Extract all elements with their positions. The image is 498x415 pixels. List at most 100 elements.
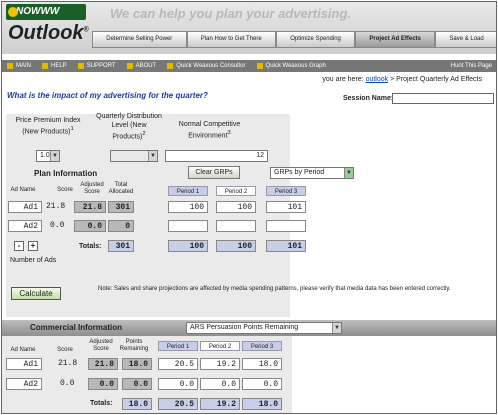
points-period-2: 0.0 [200, 378, 240, 390]
price-premium-value: 1.0 [40, 152, 50, 159]
points-remaining-total: 18.0 [122, 398, 152, 410]
plan-information-title: Plan Information [34, 169, 98, 178]
period-1-header: Period 1 [158, 341, 198, 351]
company-logo: NOWWW [6, 4, 86, 20]
grps-view-value: GRPs by Period [274, 169, 325, 176]
tab-plan-how-to-get-there[interactable]: Plan How to Get There [186, 31, 276, 48]
grp-input-period-1[interactable] [168, 220, 208, 232]
commercial-bar: Commercial Information ARS Persuasion Po… [2, 320, 496, 336]
consultor-icon [167, 63, 174, 69]
grp-input-period-1[interactable]: 100 [168, 201, 208, 213]
breadcrumb-link-outlook[interactable]: outlook [366, 76, 389, 83]
brand-title: Outlook® [8, 22, 89, 45]
tab-save-load[interactable]: Save & Load [435, 31, 496, 48]
ad-name-field: Ad2 [6, 378, 42, 390]
about-icon [126, 63, 133, 69]
ad-name-input[interactable]: Ad2 [8, 220, 42, 232]
period-2-header: Period 2 [216, 186, 256, 196]
breadcrumb-prefix: you are here: [322, 76, 364, 83]
col-ad-name: Ad Name [10, 187, 36, 193]
chevron-down-icon: ▼ [332, 323, 341, 333]
points-period-2: 19.2 [200, 358, 240, 370]
tab-project-ad-effects[interactable]: Project Ad Effects [355, 31, 436, 48]
add-ad-button[interactable]: + [28, 241, 38, 251]
chevron-down-icon: ▼ [50, 151, 59, 161]
distribution-select[interactable]: ▼ [110, 150, 158, 162]
grp-input-period-3[interactable]: 101 [266, 201, 306, 213]
points-remaining-value: 0.0 [122, 378, 152, 390]
app-window: NOWWW We can help you plan your advertis… [1, 1, 497, 414]
nav-bar: MAIN HELP SUPPORT ABOUT Quick Weaxous Co… [2, 60, 496, 72]
ad-name-field: Ad1 [6, 358, 42, 370]
adjusted-score-value: 0.0 [74, 220, 106, 232]
commercial-information-title: Commercial Information [30, 323, 123, 332]
nav-help[interactable]: HELP [42, 63, 67, 69]
tab-determine-selling-power[interactable]: Determine Selling Power [92, 31, 187, 48]
session-name-input[interactable] [392, 93, 494, 104]
session-name-label: Session Name: [343, 95, 394, 102]
environment-input[interactable]: 12 [165, 150, 268, 162]
brand-name: Outlook [8, 22, 84, 44]
logo-text: NOWWW [16, 6, 60, 17]
period-2-total: 19.2 [200, 398, 240, 410]
score-value: 21.8 [58, 359, 78, 368]
distribution-text: Quarterly Distribution Level (New Produc… [96, 113, 162, 141]
environment-note: 3 [227, 130, 231, 136]
nav-quick-graph[interactable]: Quick Weaxous Graph [256, 63, 326, 69]
calculate-button[interactable]: Calculate [11, 287, 61, 300]
grp-input-period-2[interactable]: 100 [216, 201, 256, 213]
graph-icon [256, 63, 263, 69]
breadcrumb: you are here: outlook > Project Quarterl… [322, 76, 482, 83]
nav-quick-graph-label: Quick Weaxous Graph [265, 63, 326, 69]
remove-ad-button[interactable]: - [14, 241, 24, 251]
score-value: 0.0 [60, 379, 75, 388]
points-period-1: 20.5 [158, 358, 198, 370]
nav-quick-consultor[interactable]: Quick Weaxous Consultor [167, 63, 246, 69]
period-3-total: 101 [266, 240, 306, 252]
nav-support[interactable]: SUPPORT [77, 63, 116, 69]
nav-hunt-this-page[interactable]: Hunt This Page [451, 63, 492, 69]
registered-mark: ® [83, 26, 89, 34]
adjusted-score-value: 21.8 [88, 358, 118, 370]
adjusted-score-value: 0.0 [88, 378, 118, 390]
nav-quick-consultor-label: Quick Weaxous Consultor [176, 63, 246, 69]
clear-grps-button[interactable]: Clear GRPs [188, 166, 240, 179]
page-question: What is the impact of my advertising for… [7, 91, 208, 100]
app-header: NOWWW We can help you plan your advertis… [2, 2, 496, 54]
commercial-metric-value: ARS Persuasion Points Remaining [190, 324, 299, 331]
period-1-header: Period 1 [168, 186, 208, 196]
points-period-3: 0.0 [242, 378, 282, 390]
price-premium-select[interactable]: 1.0 ▼ [36, 150, 60, 162]
main-icon [7, 63, 13, 69]
nav-main[interactable]: MAIN [7, 63, 31, 69]
breadcrumb-separator: > [390, 76, 395, 83]
nav-main-label: MAIN [16, 63, 31, 69]
price-premium-label: Price Premium Index (New Products)1 [8, 116, 88, 136]
tab-optimize-spending[interactable]: Optimize Spending [275, 31, 356, 48]
breadcrumb-current: Project Quarterly Ad Effects [396, 76, 482, 83]
grps-view-select[interactable]: GRPs by Period ▼ [270, 167, 354, 179]
environment-text: Normal Competitive Environment [178, 121, 241, 140]
score-value: 0.0 [50, 221, 65, 230]
nav-about-label: ABOUT [135, 63, 157, 69]
environment-label: Normal Competitive Environment3 [167, 120, 252, 140]
help-icon [42, 63, 48, 69]
price-premium-note: 1 [70, 126, 74, 132]
commercial-metric-select[interactable]: ARS Persuasion Points Remaining ▼ [186, 322, 342, 334]
total-allocated-sum: 301 [108, 240, 134, 252]
period-3-total: 18.0 [242, 398, 282, 410]
grp-input-period-3[interactable] [266, 220, 306, 232]
distribution-label: Quarterly Distribution Level (New Produc… [94, 112, 164, 141]
distribution-note: 2 [142, 131, 146, 137]
note-text: Note: Sales and share projections are af… [98, 286, 451, 292]
nav-about[interactable]: ABOUT [126, 63, 157, 69]
totals-label: Totals: [90, 400, 113, 407]
ad-name-input[interactable]: Ad1 [8, 201, 42, 213]
grp-input-period-2[interactable] [216, 220, 256, 232]
chevron-down-icon: ▼ [344, 168, 353, 178]
main-tabs: Determine Selling Power Plan How to Get … [92, 31, 496, 48]
chevron-down-icon: ▼ [148, 151, 157, 161]
score-value: 21.8 [46, 202, 66, 211]
col-ad-name: Ad Name [10, 347, 36, 353]
period-2-header: Period 2 [200, 341, 240, 351]
